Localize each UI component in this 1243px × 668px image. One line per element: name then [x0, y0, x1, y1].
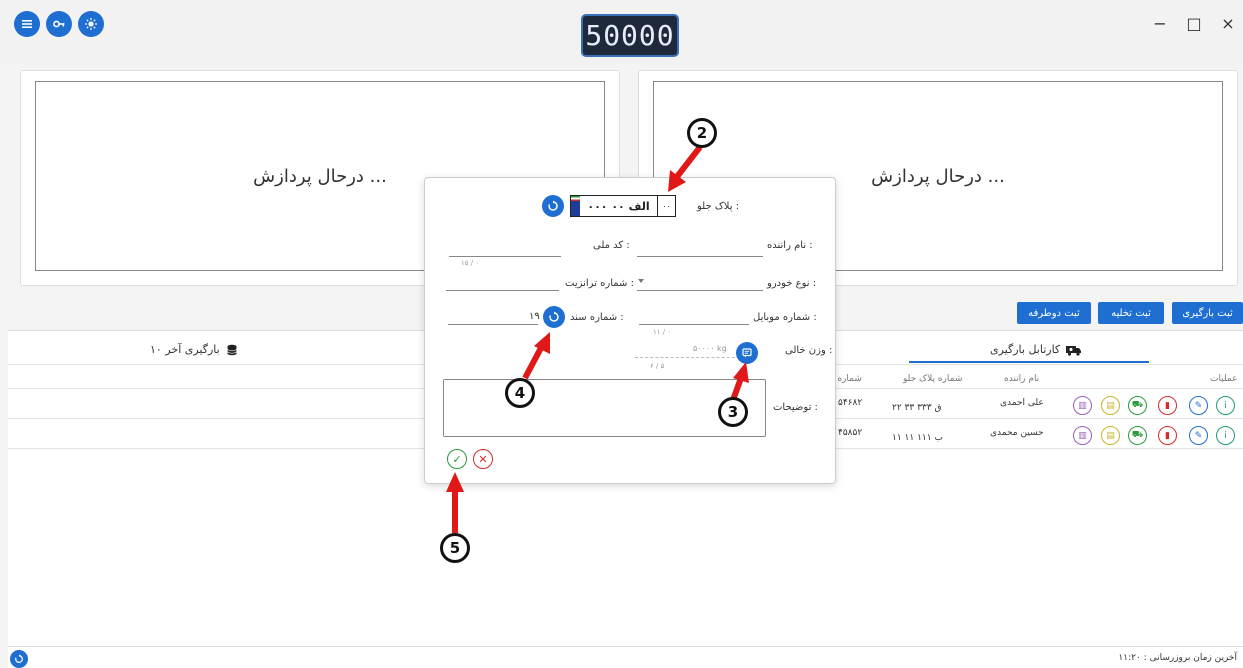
refresh-button[interactable] [10, 650, 28, 668]
national-code-label: کد ملی : [593, 240, 630, 251]
truck-icon [1066, 345, 1082, 356]
table-cell-number: ۵۴۶۸۲ [838, 398, 863, 408]
document-number-refresh-button[interactable] [543, 306, 565, 328]
table-cell-plate: ۱۱ ب ۱۱۱ ۱۱ [892, 433, 943, 443]
key-button[interactable] [46, 11, 72, 37]
menu-icon [22, 20, 32, 28]
sun-icon [85, 18, 97, 30]
plate-flag [571, 196, 580, 216]
truck-button[interactable]: ⛟ [1128, 396, 1147, 415]
theme-button[interactable] [78, 11, 104, 37]
column-header-driver: نام راننده [1004, 374, 1040, 384]
mobile-counter: ۱۱ / ۰ [653, 328, 672, 336]
info-button[interactable]: i [1216, 426, 1235, 445]
document-number-input[interactable] [448, 324, 538, 325]
truck-button[interactable]: ⛟ [1128, 426, 1147, 445]
info-button[interactable]: i [1216, 396, 1235, 415]
refresh-icon [15, 654, 23, 663]
document-number-value: ۱۹ [529, 311, 540, 322]
close-button[interactable]: × [1218, 14, 1238, 33]
message-icon [742, 348, 752, 358]
tab-active-indicator [909, 361, 1149, 363]
register-load-button[interactable]: ثبت بارگیری [1172, 302, 1243, 324]
table-cell-driver: علی احمدی [1000, 398, 1044, 408]
menu-button[interactable] [14, 11, 40, 37]
camera-status-left: درحال پردازش ... [253, 165, 387, 187]
empty-weight-input[interactable] [635, 357, 745, 358]
driver-name-input[interactable] [637, 256, 763, 257]
cancel-button[interactable]: ✕ [473, 449, 493, 469]
annotation-3: 3 [718, 397, 748, 427]
national-code-input[interactable] [449, 256, 561, 257]
annotation-2: 2 [687, 118, 717, 148]
plate-digits: ۰۰۰ الف ۰۰ [587, 199, 650, 213]
last-update-label: آخرین زمان بروزرسانی : [1143, 653, 1237, 663]
description-label: توضیحات : [773, 402, 818, 413]
maximize-button[interactable]: □ [1184, 14, 1204, 33]
document-button[interactable]: ▤ [1101, 426, 1120, 445]
edit-button[interactable]: ✎ [1189, 426, 1208, 445]
status-bar: آخرین زمان بروزرسانی : ۱۱:۲۰ [8, 646, 1243, 668]
vehicle-type-label: نوع خودرو : [767, 278, 817, 289]
dropdown-arrow-icon [638, 279, 644, 283]
empty-weight-value: ۵۰۰۰۰ kg [693, 344, 727, 353]
transit-number-label: شماره ترانزیت : [565, 278, 634, 289]
empty-weight-counter: ۶ / ۵ [650, 362, 665, 370]
tab-last-loadings-label: ۱۰ بارگیری آخر [150, 343, 220, 356]
plate-code: ۰۰ [657, 196, 675, 216]
register-unload-button[interactable]: ثبت تخلیه [1098, 302, 1164, 324]
weight-display: 50000 [581, 14, 679, 57]
delete-button[interactable]: ▮ [1158, 426, 1177, 445]
camera-status-right: درحال پردازش ... [871, 165, 1005, 187]
delete-button[interactable]: ▮ [1158, 396, 1177, 415]
loading-dialog: پلاک جلو : ۰۰۰ الف ۰۰ ۰۰ نام راننده : کد… [424, 177, 836, 484]
vehicle-type-select[interactable] [637, 290, 763, 291]
tab-last-loadings[interactable]: ۱۰ بارگیری آخر [150, 343, 238, 356]
database-icon [226, 344, 237, 355]
table-cell-driver: حسین محمدی [990, 428, 1044, 438]
last-update-time: ۱۱:۲۰ [1118, 653, 1141, 663]
archive-button[interactable]: ▥ [1073, 426, 1092, 445]
tab-loading-card[interactable]: کارتابل بارگیری [990, 343, 1082, 356]
archive-button[interactable]: ▥ [1073, 396, 1092, 415]
mobile-input[interactable] [639, 324, 749, 325]
front-plate-label: پلاک جلو : [697, 201, 740, 212]
table-cell-plate: ۲۲ ق ۳۳۳ ۳۳ [892, 403, 942, 413]
scale-read-button[interactable] [736, 342, 758, 364]
top-bar: 50000 − □ × [0, 0, 1243, 64]
edit-button[interactable]: ✎ [1189, 396, 1208, 415]
transit-number-input[interactable] [446, 290, 559, 291]
annotation-4: 4 [505, 378, 535, 408]
key-icon [53, 20, 65, 28]
column-header-plate: شماره پلاک جلو [903, 374, 963, 384]
register-two-way-button[interactable]: ثبت دوطرفه [1017, 302, 1091, 324]
document-number-label: شماره سند : [570, 312, 624, 323]
empty-weight-label: وزن خالی : [785, 345, 833, 356]
document-button[interactable]: ▤ [1101, 396, 1120, 415]
refresh-icon [548, 200, 558, 211]
minimize-button[interactable]: − [1150, 14, 1170, 33]
table-cell-number: ۴۵۸۵۲ [838, 428, 863, 438]
refresh-icon [549, 311, 559, 322]
plate-refresh-button[interactable] [542, 195, 564, 217]
annotation-5: 5 [440, 533, 470, 563]
column-header-operations: عملیات [1210, 374, 1238, 384]
last-update-text: آخرین زمان بروزرسانی : ۱۱:۲۰ [1118, 653, 1237, 663]
driver-name-label: نام راننده : [767, 240, 813, 251]
national-code-counter: ۱۵ / ۰ [461, 259, 480, 267]
front-plate[interactable]: ۰۰۰ الف ۰۰ ۰۰ [570, 195, 676, 217]
mobile-label: شماره موبایل : [753, 312, 817, 323]
confirm-button[interactable]: ✓ [447, 449, 467, 469]
tab-loading-card-label: کارتابل بارگیری [990, 343, 1061, 356]
